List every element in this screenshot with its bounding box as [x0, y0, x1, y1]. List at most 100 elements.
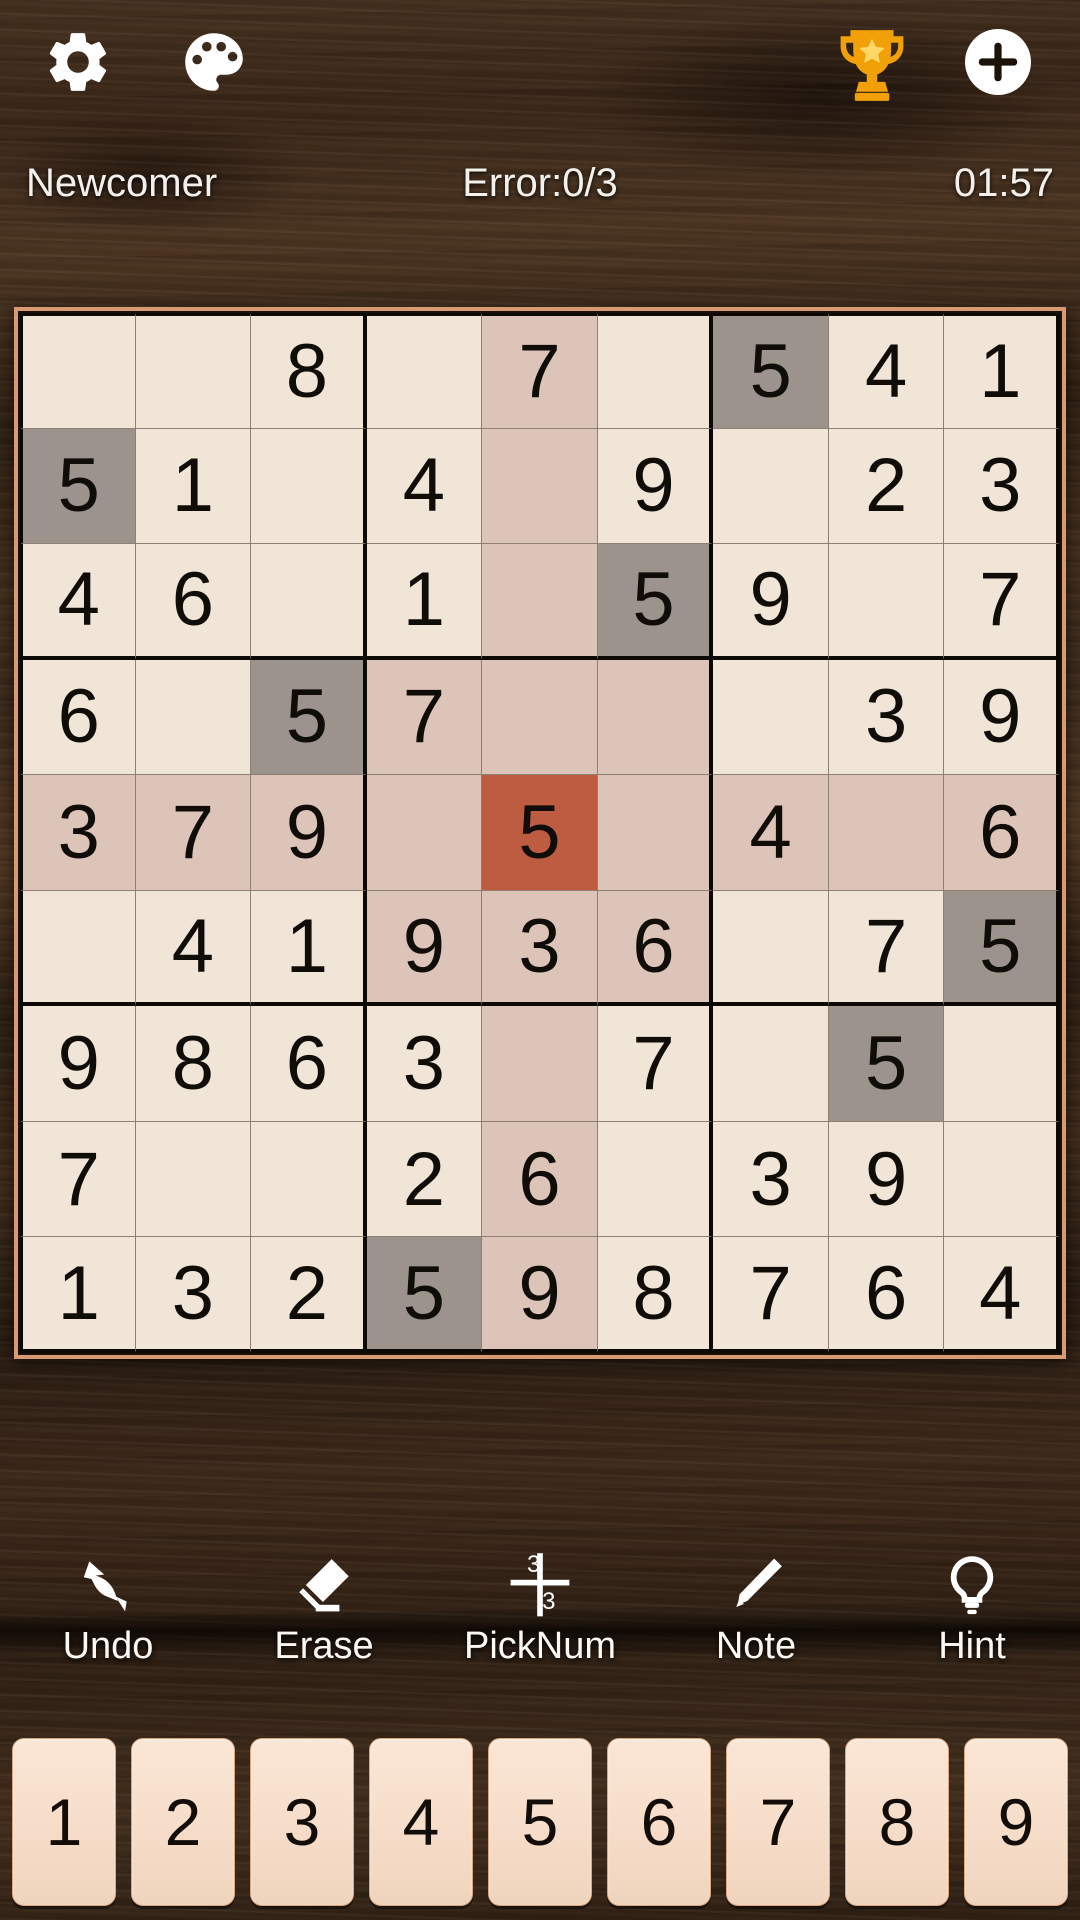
sudoku-cell-r2c8[interactable]: 2	[828, 428, 945, 545]
numpad-key-4[interactable]: 4	[369, 1738, 473, 1906]
sudoku-cell-r9c1[interactable]: 1	[20, 1237, 136, 1353]
sudoku-cell-r2c2[interactable]: 1	[135, 428, 252, 545]
sudoku-cell-r4c8[interactable]: 3	[828, 659, 945, 776]
numpad-key-1[interactable]: 1	[12, 1738, 116, 1906]
sudoku-cell-r4c2[interactable]	[135, 659, 252, 776]
note-button[interactable]: Note	[656, 1548, 856, 1670]
sudoku-cell-r7c1[interactable]: 9	[20, 1006, 136, 1122]
sudoku-cell-r7c2[interactable]: 8	[135, 1006, 252, 1122]
theme-button[interactable]	[178, 26, 250, 98]
sudoku-cell-r8c7[interactable]: 3	[713, 1121, 829, 1238]
sudoku-cell-r5c6[interactable]	[597, 775, 714, 891]
sudoku-cell-r6c7[interactable]	[713, 890, 829, 1007]
sudoku-cell-r1c4[interactable]	[366, 313, 483, 429]
sudoku-cell-r9c3[interactable]: 2	[251, 1237, 367, 1353]
sudoku-cell-r9c9[interactable]: 4	[944, 1237, 1060, 1353]
sudoku-cell-r5c7[interactable]: 4	[713, 775, 829, 891]
sudoku-cell-r6c9[interactable]: 5	[944, 890, 1060, 1007]
sudoku-cell-r4c7[interactable]	[713, 659, 829, 776]
numpad-key-5[interactable]: 5	[488, 1738, 592, 1906]
sudoku-cell-r1c6[interactable]	[597, 313, 714, 429]
sudoku-cell-r1c3[interactable]: 8	[251, 313, 367, 429]
sudoku-cell-r7c5[interactable]	[482, 1006, 598, 1122]
sudoku-cell-r2c9[interactable]: 3	[944, 428, 1060, 545]
sudoku-cell-r5c3[interactable]: 9	[251, 775, 367, 891]
trophy-button[interactable]	[834, 24, 910, 104]
sudoku-cell-r1c1[interactable]	[20, 313, 136, 429]
sudoku-cell-r1c8[interactable]: 4	[828, 313, 945, 429]
sudoku-cell-r6c4[interactable]: 9	[366, 890, 483, 1007]
sudoku-grid[interactable]: 8754151492346159765739379546419367598637…	[20, 313, 1060, 1353]
numpad-key-6[interactable]: 6	[607, 1738, 711, 1906]
sudoku-cell-r8c1[interactable]: 7	[20, 1121, 136, 1238]
sudoku-cell-r3c1[interactable]: 4	[20, 544, 136, 660]
sudoku-cell-r4c5[interactable]	[482, 659, 598, 776]
sudoku-cell-r2c7[interactable]	[713, 428, 829, 545]
sudoku-cell-r9c5[interactable]: 9	[482, 1237, 598, 1353]
sudoku-cell-r7c8[interactable]: 5	[828, 1006, 945, 1122]
sudoku-cell-r7c6[interactable]: 7	[597, 1006, 714, 1122]
sudoku-cell-r3c9[interactable]: 7	[944, 544, 1060, 660]
sudoku-cell-r1c7[interactable]: 5	[713, 313, 829, 429]
sudoku-cell-r5c1[interactable]: 3	[20, 775, 136, 891]
sudoku-cell-r6c3[interactable]: 1	[251, 890, 367, 1007]
sudoku-cell-r4c4[interactable]: 7	[366, 659, 483, 776]
sudoku-cell-r9c6[interactable]: 8	[597, 1237, 714, 1353]
sudoku-cell-r4c6[interactable]	[597, 659, 714, 776]
sudoku-cell-r5c4[interactable]	[366, 775, 483, 891]
sudoku-cell-r2c4[interactable]: 4	[366, 428, 483, 545]
sudoku-cell-r3c7[interactable]: 9	[713, 544, 829, 660]
sudoku-cell-r9c8[interactable]: 6	[828, 1237, 945, 1353]
sudoku-cell-r9c4[interactable]: 5	[366, 1237, 483, 1353]
sudoku-cell-r9c7[interactable]: 7	[713, 1237, 829, 1353]
sudoku-cell-r8c9[interactable]	[944, 1121, 1060, 1238]
erase-button[interactable]: Erase	[224, 1548, 424, 1670]
sudoku-cell-r1c2[interactable]	[135, 313, 252, 429]
sudoku-cell-r1c5[interactable]: 7	[482, 313, 598, 429]
sudoku-cell-r2c3[interactable]	[251, 428, 367, 545]
sudoku-cell-r6c2[interactable]: 4	[135, 890, 252, 1007]
sudoku-cell-r3c2[interactable]: 6	[135, 544, 252, 660]
numpad-key-3[interactable]: 3	[250, 1738, 354, 1906]
sudoku-cell-r5c9[interactable]: 6	[944, 775, 1060, 891]
sudoku-cell-r9c2[interactable]: 3	[135, 1237, 252, 1353]
sudoku-cell-r8c6[interactable]	[597, 1121, 714, 1238]
sudoku-cell-r6c1[interactable]	[20, 890, 136, 1007]
sudoku-cell-r3c3[interactable]	[251, 544, 367, 660]
sudoku-cell-r2c6[interactable]: 9	[597, 428, 714, 545]
sudoku-cell-r8c4[interactable]: 2	[366, 1121, 483, 1238]
sudoku-cell-r7c7[interactable]	[713, 1006, 829, 1122]
numpad-key-2[interactable]: 2	[131, 1738, 235, 1906]
sudoku-cell-r8c8[interactable]: 9	[828, 1121, 945, 1238]
sudoku-cell-r7c3[interactable]: 6	[251, 1006, 367, 1122]
add-button[interactable]	[962, 26, 1034, 98]
sudoku-cell-r2c1[interactable]: 5	[20, 428, 136, 545]
sudoku-cell-r5c2[interactable]: 7	[135, 775, 252, 891]
sudoku-cell-r5c5[interactable]: 5	[482, 775, 598, 891]
numpad-key-8[interactable]: 8	[845, 1738, 949, 1906]
sudoku-cell-r6c6[interactable]: 6	[597, 890, 714, 1007]
settings-button[interactable]	[42, 26, 114, 98]
sudoku-cell-r3c4[interactable]: 1	[366, 544, 483, 660]
sudoku-cell-r8c2[interactable]	[135, 1121, 252, 1238]
sudoku-cell-r3c6[interactable]: 5	[597, 544, 714, 660]
sudoku-cell-r8c3[interactable]	[251, 1121, 367, 1238]
sudoku-cell-r6c5[interactable]: 3	[482, 890, 598, 1007]
undo-button[interactable]: Undo	[8, 1548, 208, 1670]
sudoku-cell-r8c5[interactable]: 6	[482, 1121, 598, 1238]
numpad-key-7[interactable]: 7	[726, 1738, 830, 1906]
sudoku-cell-r3c5[interactable]	[482, 544, 598, 660]
sudoku-cell-r7c9[interactable]	[944, 1006, 1060, 1122]
sudoku-cell-r4c1[interactable]: 6	[20, 659, 136, 776]
sudoku-cell-r7c4[interactable]: 3	[366, 1006, 483, 1122]
sudoku-cell-r4c3[interactable]: 5	[251, 659, 367, 776]
picknum-button[interactable]: 3 3 PickNum	[440, 1548, 640, 1670]
sudoku-cell-r6c8[interactable]: 7	[828, 890, 945, 1007]
numpad-key-9[interactable]: 9	[964, 1738, 1068, 1906]
sudoku-cell-r1c9[interactable]: 1	[944, 313, 1060, 429]
sudoku-cell-r4c9[interactable]: 9	[944, 659, 1060, 776]
sudoku-cell-r2c5[interactable]	[482, 428, 598, 545]
sudoku-cell-r3c8[interactable]	[828, 544, 945, 660]
sudoku-cell-r5c8[interactable]	[828, 775, 945, 891]
hint-button[interactable]: Hint	[872, 1548, 1072, 1670]
